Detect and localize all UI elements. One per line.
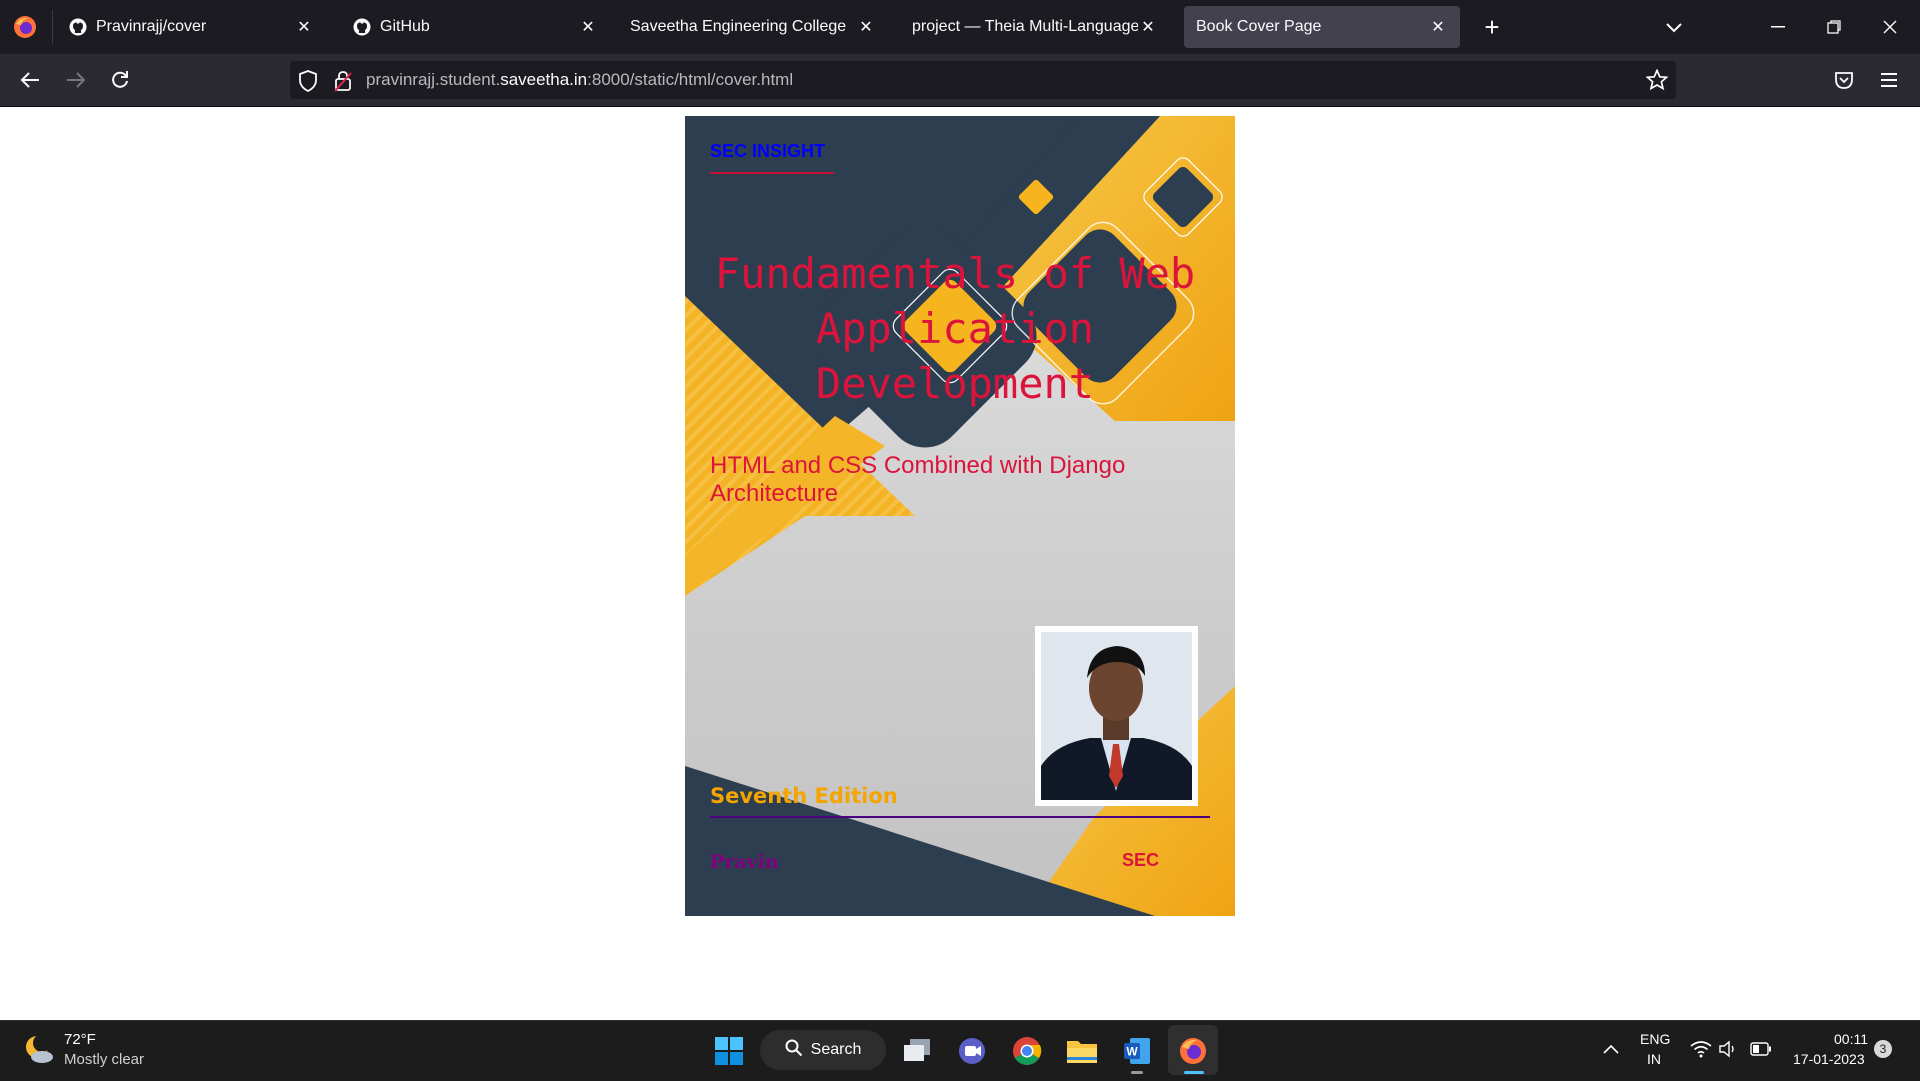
svg-text:W: W <box>1126 1045 1138 1059</box>
taskbar-search-button[interactable]: Search <box>760 1030 886 1070</box>
minimize-icon[interactable] <box>1758 10 1798 44</box>
hamburger-menu-icon[interactable] <box>1880 72 1898 93</box>
region-code[interactable]: IN <box>1647 1051 1661 1067</box>
tab-label: project — Theia Multi-Language Ex <box>912 18 1138 35</box>
battery-icon[interactable] <box>1750 1042 1772 1061</box>
list-all-tabs-chevron-icon[interactable] <box>1658 12 1690 44</box>
url-host: saveetha.in <box>500 70 588 89</box>
chrome-icon[interactable] <box>1006 1030 1048 1072</box>
weather-temperature[interactable]: 72°F <box>64 1031 96 1048</box>
windows-start-icon[interactable] <box>708 1030 750 1072</box>
edition-label: Seventh Edition <box>710 784 898 808</box>
author-name: Pravin <box>710 851 779 873</box>
book-title: Fundamentals of Web Application Developm… <box>714 249 1196 408</box>
firefox-icon[interactable] <box>1172 1030 1214 1072</box>
tab-github[interactable]: GitHub ✕ <box>340 6 610 48</box>
task-view-icon[interactable] <box>896 1030 938 1072</box>
weather-description[interactable]: Mostly clear <box>64 1051 144 1068</box>
tab-separator <box>52 10 53 44</box>
github-icon <box>352 17 372 37</box>
back-arrow-icon[interactable] <box>12 62 48 98</box>
file-explorer-icon[interactable] <box>1061 1030 1103 1072</box>
volume-icon[interactable] <box>1718 1040 1738 1063</box>
forward-arrow-icon[interactable] <box>58 62 94 98</box>
brand-underline <box>710 172 834 174</box>
word-icon[interactable]: W <box>1116 1030 1158 1072</box>
url-prefix: pravinrajj.student. <box>366 70 501 89</box>
edition-divider <box>710 816 1210 818</box>
tab-label: Saveetha Engineering College <box>630 18 847 35</box>
reload-icon[interactable] <box>102 62 138 98</box>
tab-label: GitHub <box>380 18 430 35</box>
book-subtitle: HTML and CSS Combined with Django Archit… <box>710 452 1126 507</box>
restore-icon[interactable] <box>1814 10 1854 44</box>
bookmark-star-icon[interactable] <box>1645 68 1669 96</box>
teams-chat-icon[interactable] <box>951 1030 993 1072</box>
notification-badge[interactable]: 3 <box>1874 1040 1892 1058</box>
clock-time[interactable]: 00:11 <box>1834 1031 1868 1047</box>
tab-label: Pravinrajj/cover <box>96 18 207 35</box>
book-cover: SEC INSIGHT Fundamentals of Web Applicat… <box>685 116 1235 916</box>
clock-date[interactable]: 17-01-2023 <box>1793 1051 1865 1067</box>
brand-name: SEC INSIGHT <box>710 141 826 161</box>
search-icon <box>785 1039 803 1062</box>
pocket-icon[interactable] <box>1834 70 1854 95</box>
tab-book-cover-page[interactable]: Book Cover Page ✕ <box>1184 6 1460 48</box>
url-suffix: :8000/static/html/cover.html <box>587 70 794 89</box>
new-tab-plus-icon[interactable]: + <box>1476 12 1508 44</box>
show-hidden-icons-chevron-icon[interactable] <box>1602 1042 1620 1060</box>
close-tab-icon[interactable]: ✕ <box>578 17 598 37</box>
close-tab-icon[interactable]: ✕ <box>1138 17 1158 37</box>
tab-pravinrajj-cover[interactable]: Pravinrajj/cover ✕ <box>56 6 326 48</box>
author-photo <box>1035 626 1198 806</box>
language-code[interactable]: ENG <box>1640 1031 1670 1047</box>
publisher-name: SEC <box>1122 850 1160 870</box>
active-indicator <box>1184 1071 1204 1074</box>
wifi-icon[interactable] <box>1690 1040 1712 1063</box>
tab-theia-project[interactable]: project — Theia Multi-Language Ex ✕ <box>900 6 1170 48</box>
tab-label: Book Cover Page <box>1196 18 1322 35</box>
close-tab-icon[interactable]: ✕ <box>1428 17 1448 37</box>
github-icon <box>68 17 88 37</box>
tracking-protection-shield-icon[interactable] <box>298 70 318 97</box>
close-tab-icon[interactable]: ✕ <box>856 17 876 37</box>
close-tab-icon[interactable]: ✕ <box>294 17 314 37</box>
search-label: Search <box>810 1041 862 1058</box>
insecure-lock-icon[interactable] <box>334 70 352 97</box>
close-window-icon[interactable] <box>1870 10 1910 44</box>
weather-moon-cloud-icon[interactable] <box>22 1032 56 1071</box>
running-indicator <box>1131 1071 1143 1074</box>
firefox-menu-icon[interactable] <box>12 14 38 40</box>
url-text[interactable]: pravinrajj.student.saveetha.in:8000/stat… <box>366 70 793 90</box>
tab-saveetha[interactable]: Saveetha Engineering College ✕ <box>618 6 888 48</box>
